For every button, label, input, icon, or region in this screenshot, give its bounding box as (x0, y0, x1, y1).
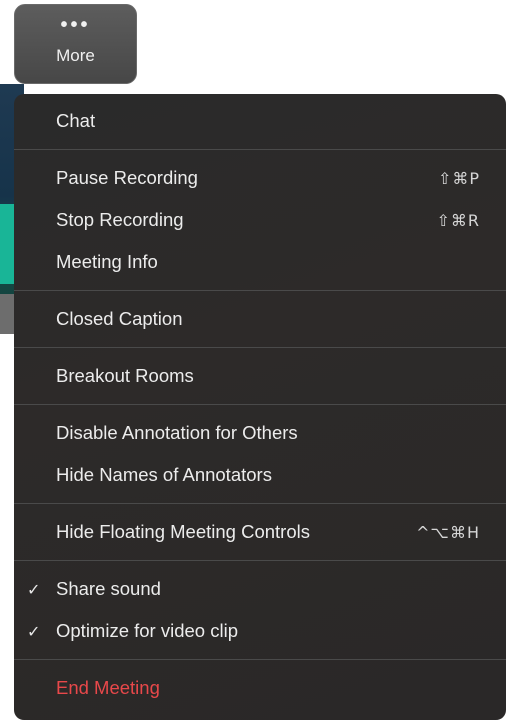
menu-item-label: Meeting Info (56, 251, 158, 272)
menu-separator (14, 347, 506, 348)
menu-item-label: Hide Names of Annotators (56, 464, 272, 485)
menu-item-share-sound[interactable]: ✓ Share sound (14, 568, 506, 610)
menu-item-label: Disable Annotation for Others (56, 422, 298, 443)
menu-item-closed-caption[interactable]: Closed Caption (14, 298, 506, 340)
menu-item-label: Optimize for video clip (56, 620, 238, 641)
menu-item-chat[interactable]: Chat (14, 100, 506, 142)
menu-item-hide-names-of-annotators[interactable]: Hide Names of Annotators (14, 454, 506, 496)
menu-item-stop-recording[interactable]: Stop Recording ⇧⌘R (14, 199, 506, 241)
menu-item-optimize-for-video-clip[interactable]: ✓ Optimize for video clip (14, 610, 506, 652)
more-button-label: More (56, 46, 95, 65)
menu-item-label: Share sound (56, 578, 161, 599)
menu-separator (14, 149, 506, 150)
menu-item-label: Closed Caption (56, 308, 183, 329)
menu-item-label: Chat (56, 110, 96, 131)
menu-item-label: Hide Floating Meeting Controls (56, 521, 310, 542)
menu-separator (14, 560, 506, 561)
checkmark-icon: ✓ (27, 621, 41, 641)
keyboard-shortcut: ^⌥⌘H (416, 522, 480, 542)
menu-item-breakout-rooms[interactable]: Breakout Rooms (14, 355, 506, 397)
keyboard-shortcut: ⇧⌘R (436, 210, 480, 230)
menu-item-pause-recording[interactable]: Pause Recording ⇧⌘P (14, 157, 506, 199)
menu-item-end-meeting[interactable]: End Meeting (14, 667, 506, 709)
menu-separator (14, 404, 506, 405)
more-dropdown-menu: Chat Pause Recording ⇧⌘P Stop Recording ⇧⌘R M… (14, 94, 506, 720)
menu-item-label: Stop Recording (56, 209, 184, 230)
keyboard-shortcut: ⇧⌘P (437, 168, 480, 188)
menu-separator (14, 659, 506, 660)
menu-separator (14, 290, 506, 291)
menu-separator (14, 503, 506, 504)
menu-item-label: Breakout Rooms (56, 365, 194, 386)
menu-item-label: Pause Recording (56, 167, 198, 188)
menu-item-hide-floating-meeting-controls[interactable]: Hide Floating Meeting Controls ^⌥⌘H (14, 511, 506, 553)
menu-item-meeting-info[interactable]: Meeting Info (14, 241, 506, 283)
ellipsis-icon: ••• (60, 14, 91, 36)
zoom-window: ••• More Chat Pause Recording ⇧⌘P Stop Reco… (0, 0, 506, 724)
menu-item-label: End Meeting (56, 677, 160, 698)
menu-item-disable-annotation-for-others[interactable]: Disable Annotation for Others (14, 412, 506, 454)
more-button[interactable]: ••• More (14, 4, 137, 84)
checkmark-icon: ✓ (27, 579, 41, 599)
